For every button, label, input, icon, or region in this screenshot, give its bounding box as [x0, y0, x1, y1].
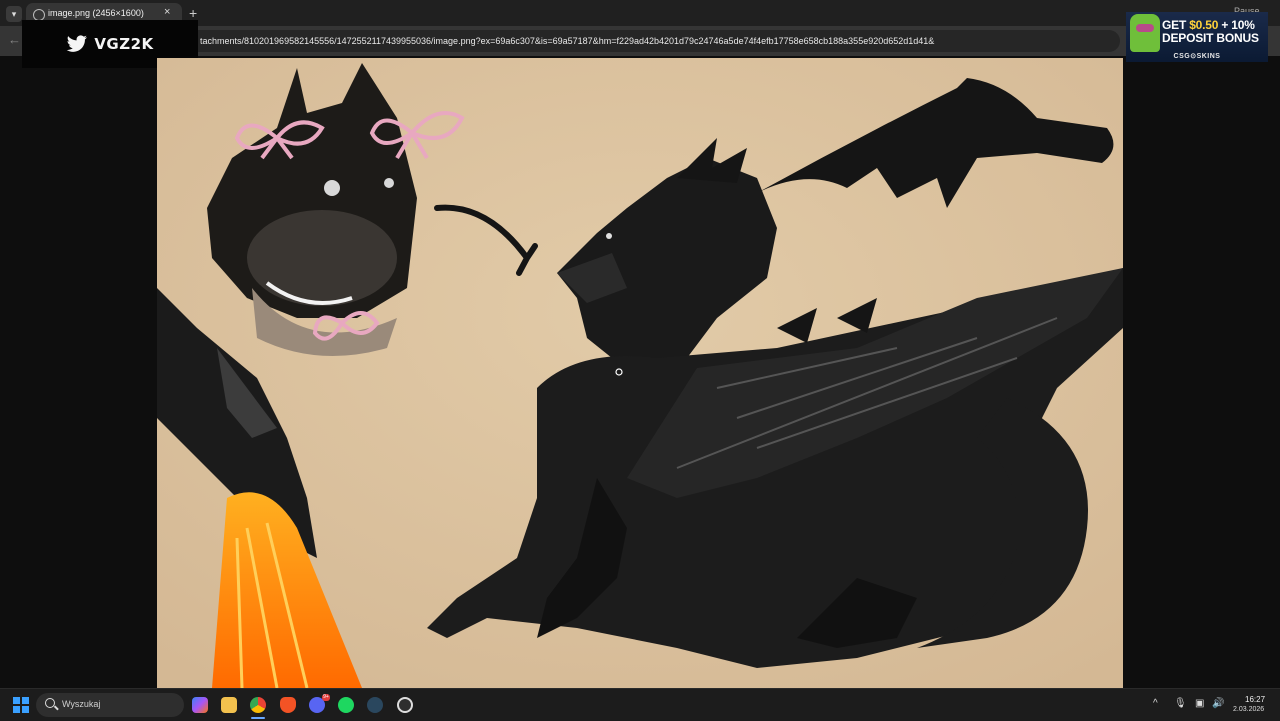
spotify-icon[interactable] [338, 697, 354, 713]
dragon-sketch-artwork [157, 58, 1123, 688]
dragon-eye [606, 233, 612, 239]
file-explorer-icon[interactable] [221, 697, 237, 713]
search-icon [45, 698, 55, 708]
promo-amount: $0.50 [1189, 18, 1219, 32]
chrome-icon[interactable] [250, 697, 266, 713]
back-arrow-icon[interactable]: ← [8, 32, 21, 47]
image-viewer [157, 58, 1123, 688]
promo-line2: DEPOSIT BONUS [1162, 31, 1259, 45]
tab-search-chevron-icon[interactable]: ▾ [6, 6, 22, 22]
brave-icon[interactable] [280, 697, 296, 713]
url-text: tachments/810201969582145556/14725521174… [200, 36, 935, 46]
taskbar-search[interactable]: Wyszukaj [36, 693, 184, 717]
copilot-icon[interactable] [192, 697, 208, 713]
tab-title: image.png (2456×1600) [48, 8, 144, 18]
discord-badge: 9+ [322, 694, 330, 701]
microphone-icon[interactable]: 🎙 [1174, 698, 1187, 709]
twitter-bird-icon [67, 35, 88, 52]
streamer-logo-text: VGZ2K [94, 35, 154, 53]
promo-banner[interactable]: GET $0.50 + 10% DEPOSIT BONUS CSG⊙SKINS [1126, 12, 1268, 62]
promo-line1-prefix: GET [1162, 18, 1190, 32]
chrome-running-indicator [251, 717, 265, 719]
promo-line1-suffix: + 10% [1218, 18, 1255, 32]
volume-icon[interactable]: 🔊 [1212, 698, 1224, 709]
obs-icon[interactable] [397, 697, 413, 713]
clock-time[interactable]: 16:27 [1245, 695, 1265, 704]
windows-start-icon[interactable] [13, 697, 29, 713]
promo-line1: GET $0.50 + 10% [1162, 18, 1255, 32]
new-tab-button[interactable]: + [189, 5, 197, 21]
clock-date[interactable]: 2.03.2026 [1233, 706, 1264, 713]
promo-character-icon [1130, 14, 1160, 52]
steam-icon[interactable] [367, 697, 383, 713]
taskbar: Wyszukaj 9+ ^ 🎙 ▣ 🔊 16:27 2.03.2026 [0, 688, 1280, 721]
tab-close-icon[interactable]: × [164, 6, 170, 18]
network-icon[interactable]: ▣ [1195, 698, 1204, 709]
tray-overflow-chevron-icon[interactable]: ^ [1153, 698, 1158, 709]
promo-brand: CSG⊙SKINS [1173, 53, 1221, 60]
taskbar-search-label: Wyszukaj [62, 699, 101, 709]
